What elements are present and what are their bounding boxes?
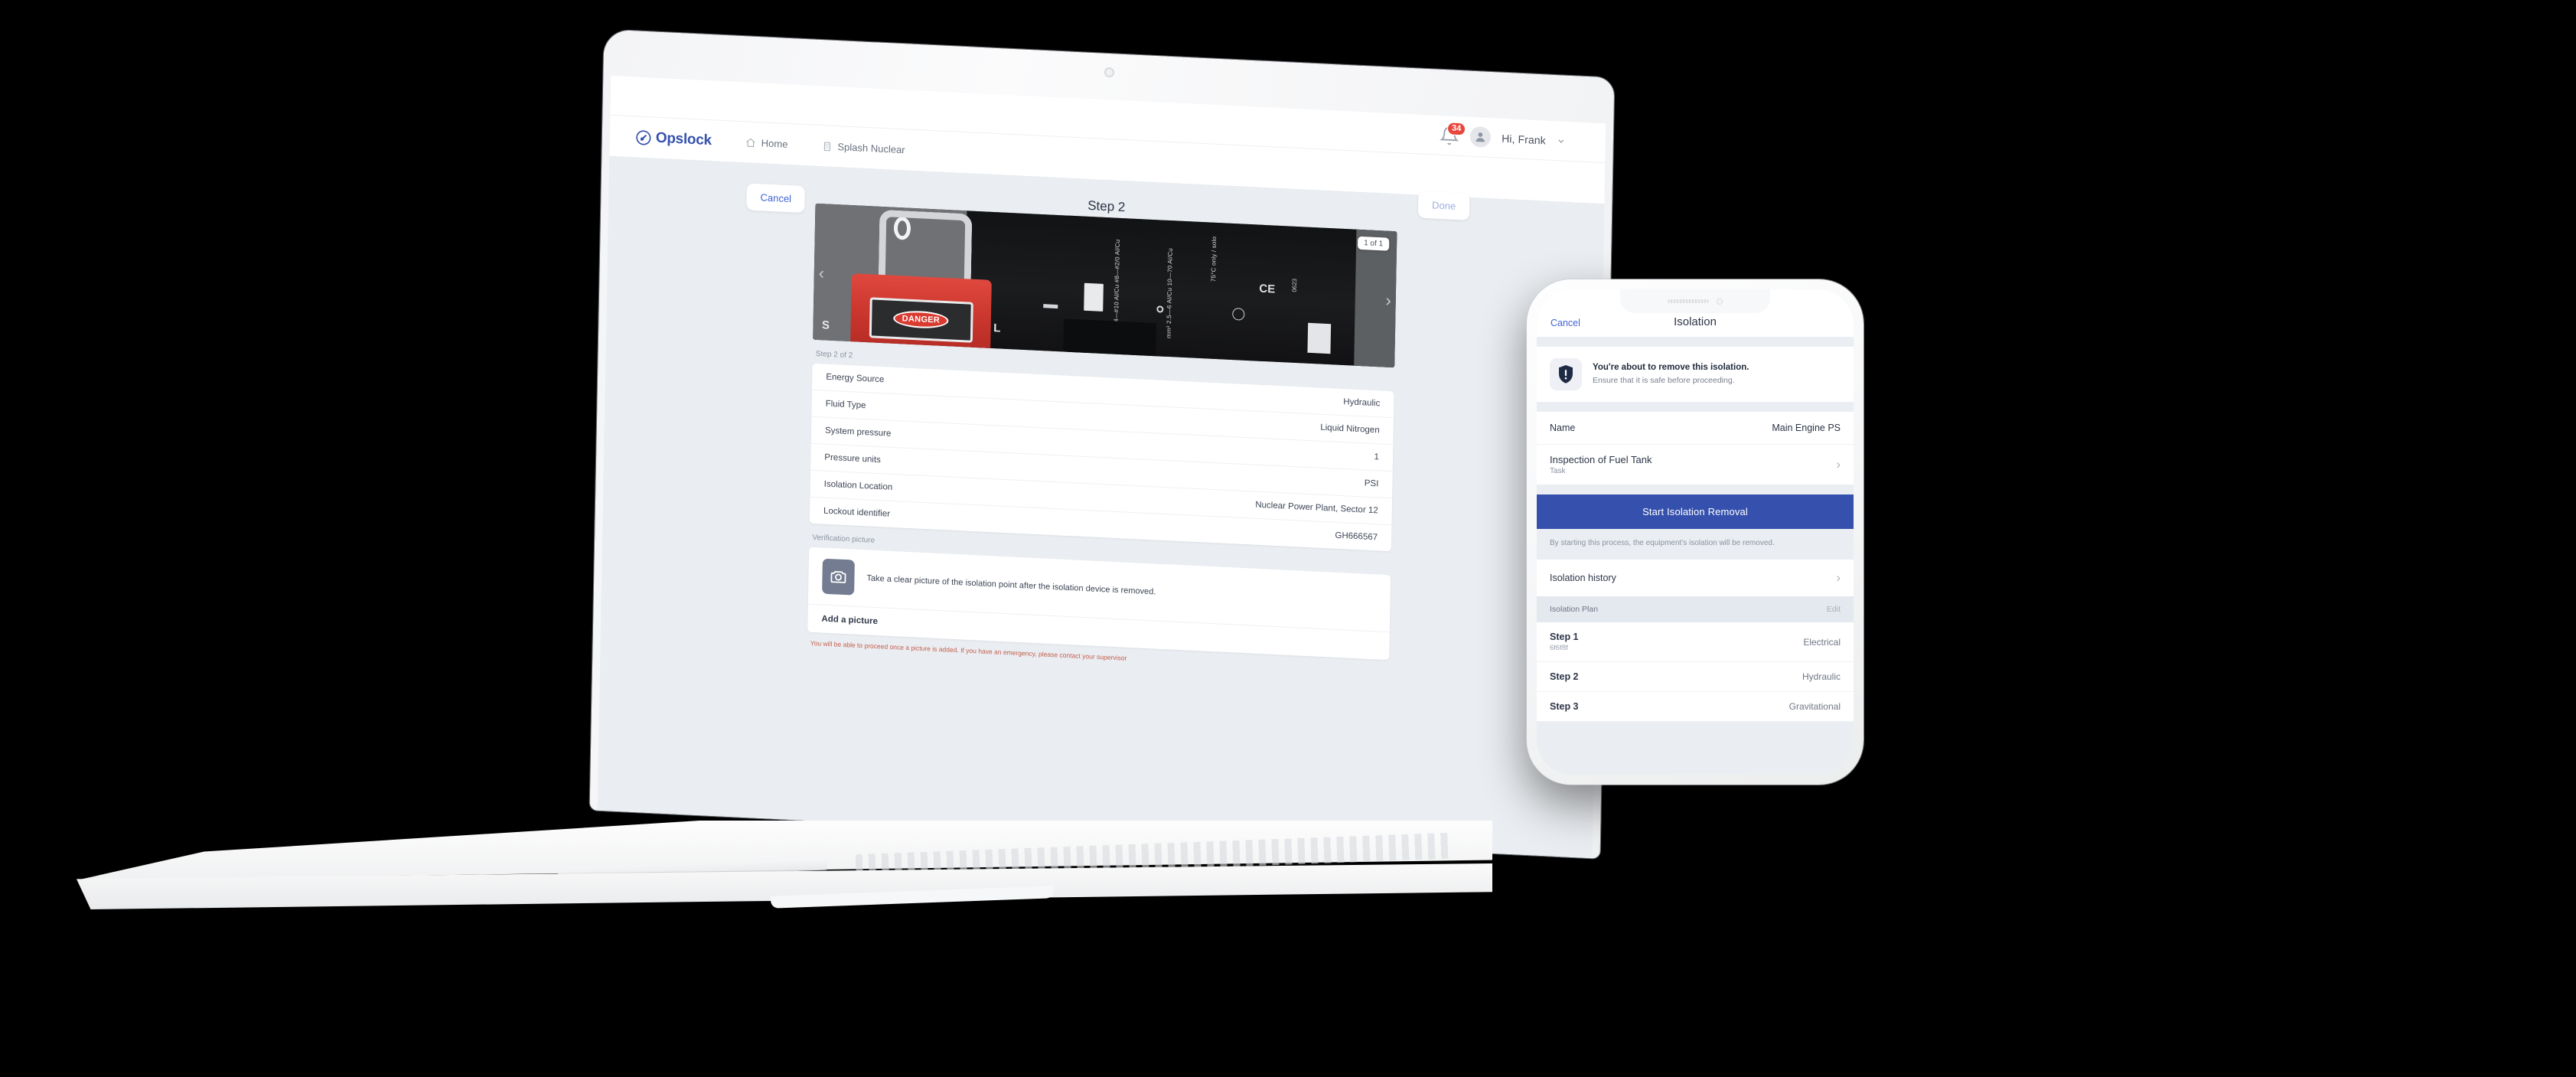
mockup-stage: 34 Hi, Frank Opslock Home Splash Nuclear… — [0, 0, 2576, 1077]
laptop-base — [77, 821, 1492, 935]
task-row[interactable]: Inspection of Fuel Tank Task › — [1537, 445, 1854, 485]
chevron-down-icon[interactable] — [1557, 136, 1566, 146]
step-type: Gravitational — [1789, 701, 1841, 712]
logo-text: Opslock — [655, 129, 712, 148]
avatar-icon — [1475, 132, 1485, 142]
laptop-device: 34 Hi, Frank Opslock Home Splash Nuclear… — [0, 0, 1615, 995]
row-key: Fluid Type — [825, 399, 866, 411]
verification-photo-carousel[interactable]: AWG #14—#10 Al/Cu #8—#2/0 Al/Cu mm² 2.5—… — [813, 203, 1397, 368]
phone-screen: Cancel Isolation You're about to remove … — [1537, 289, 1854, 775]
row-key: Isolation Location — [823, 479, 893, 492]
panel-mm-label: mm² 2.5—6 Al/Cu 10—70 Al/Cu — [1165, 247, 1174, 338]
alert-card: You're about to remove this isolation. E… — [1537, 347, 1854, 402]
opslock-logo-icon — [636, 129, 651, 145]
edit-plan-button[interactable]: Edit — [1827, 605, 1841, 614]
breadcrumb-site[interactable]: Splash Nuclear — [821, 140, 905, 155]
row-value: Nuclear Power Plant, Sector 12 — [1255, 500, 1378, 516]
row-value: Hydraulic — [1343, 397, 1381, 409]
shield-warning-tile — [1550, 358, 1582, 390]
alert-heading: You're about to remove this isolation. — [1593, 362, 1749, 372]
page-body: Done Step 2 Cancel AWG #14—#10 Al/Cu #8—… — [597, 156, 1605, 859]
step-type: Hydraulic — [1802, 671, 1841, 682]
phone-notch — [1620, 289, 1770, 313]
photo-letter-s: S — [821, 318, 830, 333]
isolation-history-row[interactable]: Isolation history › — [1537, 560, 1854, 596]
name-label: Name — [1550, 423, 1576, 433]
row-key: Energy Source — [826, 372, 885, 385]
phone-cancel-button[interactable]: Cancel — [1550, 318, 1580, 328]
step-name: Step 3 — [1550, 701, 1579, 712]
list-item[interactable]: Step 3 Gravitational — [1537, 692, 1854, 722]
step-name: Step 1 — [1550, 632, 1579, 642]
panel-code-label: 0623 — [1291, 278, 1299, 292]
breadcrumb-home-label: Home — [761, 137, 788, 150]
isolation-plan-header: Isolation Plan Edit — [1537, 596, 1854, 622]
done-button[interactable]: Done — [1417, 191, 1470, 220]
step-type: Electrical — [1803, 636, 1841, 648]
cancel-button[interactable]: Cancel — [746, 183, 806, 214]
browser-viewport: 34 Hi, Frank Opslock Home Splash Nuclear… — [597, 75, 1606, 859]
chevron-right-icon: › — [1836, 570, 1841, 585]
home-icon — [746, 138, 755, 147]
cta-note: By starting this process, the equipment'… — [1537, 529, 1854, 560]
task-subtitle: Task — [1550, 467, 1566, 475]
task-title: Inspection of Fuel Tank — [1550, 454, 1652, 465]
row-value: GH666567 — [1335, 530, 1378, 543]
step-id: 6f6f8f — [1550, 644, 1568, 652]
isolation-info-card: Name Main Engine PS Inspection of Fuel T… — [1537, 412, 1854, 485]
opslock-logo[interactable]: Opslock — [636, 129, 712, 149]
alert-subtext: Ensure that it is safe before proceeding… — [1593, 376, 1735, 386]
phone-title: Isolation — [1674, 315, 1717, 328]
chevron-left-icon[interactable]: ‹ — [819, 263, 825, 283]
verification-instruction: Take a clear picture of the isolation po… — [866, 573, 1156, 597]
camera-icon — [830, 570, 846, 583]
list-item[interactable]: Step 1 6f6f8f Electrical — [1537, 622, 1854, 662]
photo-letter-l: L — [993, 321, 1001, 335]
avatar[interactable] — [1469, 126, 1492, 148]
isolation-details-card: Energy Source Hydraulic Fluid Type Liqui… — [809, 363, 1394, 552]
start-isolation-removal-button[interactable]: Start Isolation Removal — [1537, 494, 1854, 529]
chevron-right-icon: › — [1836, 457, 1841, 472]
step-name: Step 2 — [1550, 671, 1579, 682]
isolation-plan-label: Isolation Plan — [1550, 605, 1599, 614]
isolation-history-label: Isolation history — [1550, 573, 1616, 583]
shield-warning-icon — [1559, 365, 1573, 383]
step-content: AWG #14—#10 Al/Cu #8—#2/0 Al/Cu mm² 2.5—… — [807, 203, 1397, 674]
row-key: System pressure — [824, 426, 892, 439]
row-value: PSI — [1364, 478, 1379, 489]
building-icon — [823, 142, 830, 151]
list-item[interactable]: Step 2 Hydraulic — [1537, 662, 1854, 692]
phone-device: Cancel Isolation You're about to remove … — [1527, 279, 1864, 785]
notification-badge: 34 — [1446, 121, 1466, 135]
take-picture-button[interactable] — [822, 558, 855, 596]
row-key: Pressure units — [824, 452, 881, 465]
laptop-webcam-icon — [1104, 67, 1115, 78]
panel-ce-mark: CE — [1259, 282, 1276, 296]
speaker-icon — [1668, 299, 1709, 303]
front-camera-icon — [1717, 298, 1723, 305]
row-key: Lockout identifier — [823, 506, 891, 519]
row-value: 1 — [1374, 452, 1380, 462]
panel-temp-label: 75°C only / solo — [1209, 236, 1218, 282]
carousel-counter: 1 of 1 — [1357, 236, 1390, 251]
laptop-screen-lid: 34 Hi, Frank Opslock Home Splash Nuclear… — [589, 29, 1615, 859]
user-greeting: Hi, Frank — [1502, 132, 1547, 146]
breadcrumb-site-label: Splash Nuclear — [837, 141, 905, 156]
breadcrumb-home[interactable]: Home — [745, 136, 788, 150]
row-value: Liquid Nitrogen — [1320, 423, 1380, 436]
chevron-right-icon[interactable]: › — [1385, 291, 1391, 311]
notifications-button[interactable]: 34 — [1440, 121, 1466, 145]
danger-tag-label: DANGER — [893, 310, 949, 330]
name-value: Main Engine PS — [1772, 423, 1841, 433]
name-row: Name Main Engine PS — [1537, 412, 1854, 445]
